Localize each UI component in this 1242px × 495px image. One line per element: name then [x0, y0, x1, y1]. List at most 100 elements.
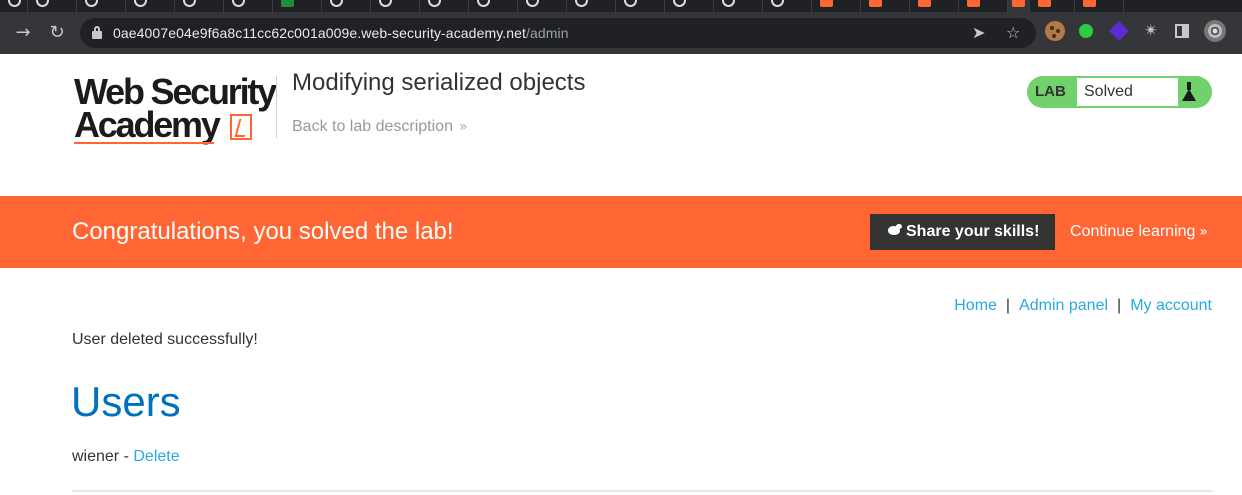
browser-tab[interactable] [714, 0, 763, 12]
back-link-label: Back to lab description [292, 118, 453, 135]
tab-favicon-icon [330, 0, 343, 7]
browser-tab[interactable] [224, 0, 273, 12]
tab-favicon-icon [1083, 0, 1096, 7]
browser-tab[interactable] [665, 0, 714, 12]
nav-separator: | [1005, 297, 1011, 314]
browser-tab-active[interactable] [1008, 0, 1030, 12]
lab-status-text: Solved [1084, 83, 1133, 100]
user-name: wiener [72, 448, 120, 465]
browser-tab-strip [0, 0, 1242, 12]
puzzle-extension-icon[interactable]: ✴ [1141, 21, 1161, 41]
tab-favicon-icon [8, 0, 21, 7]
tab-favicon-icon [820, 0, 833, 7]
tab-favicon-icon [1012, 0, 1025, 7]
double-chevron-right-icon: » [1199, 224, 1208, 240]
browser-tab[interactable] [959, 0, 1008, 12]
browser-tab[interactable] [567, 0, 616, 12]
cookie-extension-icon[interactable] [1045, 21, 1065, 41]
tab-favicon-icon [428, 0, 441, 7]
congratulations-banner: Congratulations, you solved the lab! Sha… [0, 196, 1242, 268]
tab-favicon-icon [85, 0, 98, 7]
nav-home-link[interactable]: Home [954, 297, 997, 314]
browser-tab[interactable] [420, 0, 469, 12]
purple-extension-icon[interactable] [1109, 21, 1129, 41]
nav-admin-panel-link[interactable]: Admin panel [1019, 297, 1108, 314]
browser-tab[interactable] [910, 0, 959, 12]
continue-learning-link[interactable]: Continue learning» [1070, 223, 1208, 241]
double-chevron-right-icon: » [458, 119, 468, 135]
side-panel-icon[interactable] [1175, 24, 1189, 38]
content-divider [72, 490, 1212, 492]
user-separator: - [119, 448, 134, 465]
logo-bolt-icon [230, 114, 252, 140]
reload-icon[interactable]: ↻ [44, 20, 70, 46]
tab-favicon-icon [918, 0, 931, 7]
address-url[interactable]: 0ae4007e04e9f6a8c11cc62c001a009e.web-sec… [113, 25, 569, 41]
tab-favicon-icon [722, 0, 735, 7]
browser-tab[interactable] [28, 0, 77, 12]
tab-favicon-icon [771, 0, 784, 7]
profile-avatar-icon[interactable] [1204, 20, 1226, 42]
share-skills-button[interactable]: Share your skills! [870, 214, 1055, 250]
tab-favicon-icon [36, 0, 49, 7]
lab-status-badge: LAB Solved [1027, 76, 1212, 108]
tab-favicon-icon [183, 0, 196, 7]
browser-tab[interactable] [322, 0, 371, 12]
lab-title: Modifying serialized objects [292, 69, 586, 96]
delete-user-link[interactable]: Delete [133, 448, 179, 465]
users-heading: Users [71, 378, 181, 425]
url-host: 0ae4007e04e9f6a8c11cc62c001a009e.web-sec… [113, 25, 527, 41]
congratulations-message: Congratulations, you solved the lab! [72, 218, 454, 245]
twitter-icon [886, 223, 902, 237]
browser-toolbar: → ↻ 0ae4007e04e9f6a8c11cc62c001a009e.web… [0, 12, 1242, 54]
browser-tab[interactable] [518, 0, 567, 12]
browser-tab[interactable] [77, 0, 126, 12]
send-icon[interactable]: ➤ [972, 23, 985, 42]
tab-favicon-icon [967, 0, 980, 7]
header-divider [276, 76, 277, 138]
tab-favicon-icon [232, 0, 245, 7]
forward-arrow-icon[interactable]: → [10, 20, 36, 46]
browser-tab[interactable] [812, 0, 861, 12]
success-notice: User deleted successfully! [72, 331, 258, 348]
browser-tab[interactable] [1030, 0, 1075, 12]
tab-favicon-icon [673, 0, 686, 7]
browser-tab[interactable] [1075, 0, 1124, 12]
share-skills-label: Share your skills! [906, 223, 1040, 240]
tab-favicon-icon [624, 0, 637, 7]
lab-status: Solved [1077, 78, 1178, 106]
account-nav: Home | Admin panel | My account [954, 297, 1212, 315]
web-security-academy-logo[interactable]: Web Security Academy [72, 72, 277, 146]
nav-my-account-link[interactable]: My account [1130, 297, 1212, 314]
browser-tab[interactable] [616, 0, 665, 12]
star-icon[interactable]: ☆ [1006, 23, 1020, 42]
lock-icon[interactable] [92, 26, 102, 39]
tab-favicon-icon [379, 0, 392, 7]
nav-separator: | [1117, 297, 1122, 314]
tab-favicon-icon [134, 0, 147, 7]
browser-tab[interactable] [763, 0, 812, 12]
browser-tab[interactable] [175, 0, 224, 12]
browser-tab[interactable] [371, 0, 420, 12]
tab-favicon-icon [575, 0, 588, 7]
logo-underline [74, 142, 214, 144]
user-row: wiener - Delete [72, 448, 180, 466]
back-to-lab-description-link[interactable]: Back to lab description » [292, 118, 468, 136]
url-path: /admin [526, 25, 569, 41]
lab-badge-label: LAB [1035, 83, 1066, 100]
browser-tab[interactable] [273, 0, 322, 12]
browser-tab[interactable] [469, 0, 518, 12]
flask-icon [1182, 82, 1196, 102]
address-bar[interactable]: 0ae4007e04e9f6a8c11cc62c001a009e.web-sec… [80, 18, 1036, 48]
tab-favicon-icon [281, 0, 294, 7]
browser-tab[interactable] [126, 0, 175, 12]
logo-text-line2: Academy [74, 104, 221, 145]
tab-favicon-icon [477, 0, 490, 7]
tab-favicon-icon [1038, 0, 1051, 7]
browser-tab[interactable] [0, 0, 28, 12]
browser-tab[interactable] [861, 0, 910, 12]
tab-favicon-icon [526, 0, 539, 7]
green-extension-icon[interactable] [1079, 24, 1093, 38]
tab-favicon-icon [869, 0, 882, 7]
continue-learning-label: Continue learning [1070, 223, 1196, 240]
